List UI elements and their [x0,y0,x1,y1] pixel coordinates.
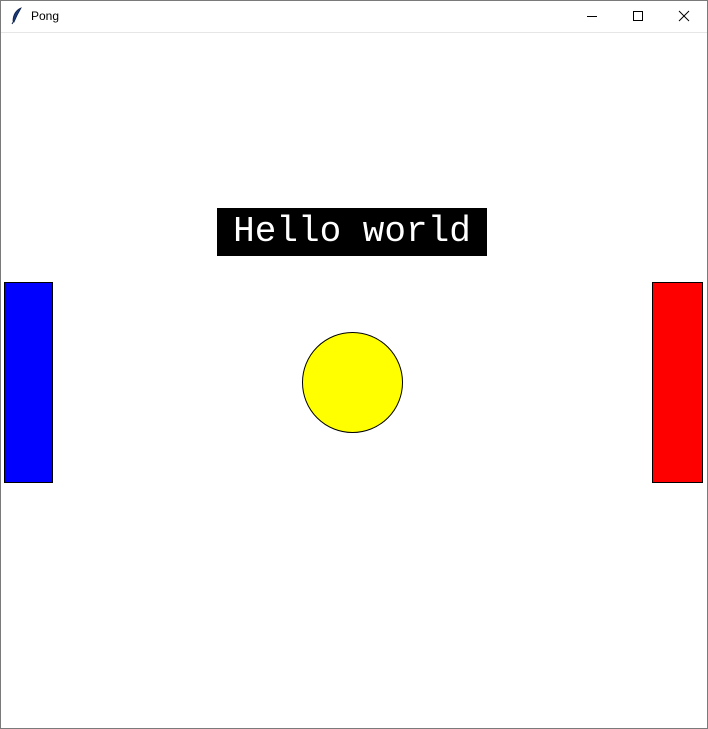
ball [302,332,403,433]
left-paddle [4,282,53,483]
feather-icon [11,7,22,25]
hello-text: Hello world [217,208,487,256]
title-bar[interactable]: Pong [1,1,707,33]
close-icon [678,10,690,22]
maximize-button[interactable] [615,1,661,32]
right-paddle [652,282,703,483]
maximize-icon [633,11,643,21]
game-canvas[interactable]: Hello world [1,33,707,728]
close-button[interactable] [661,1,707,32]
minimize-icon [587,16,597,17]
pong-window: Pong Hello world [0,0,708,729]
window-title: Pong [31,9,60,23]
minimize-button[interactable] [569,1,615,32]
